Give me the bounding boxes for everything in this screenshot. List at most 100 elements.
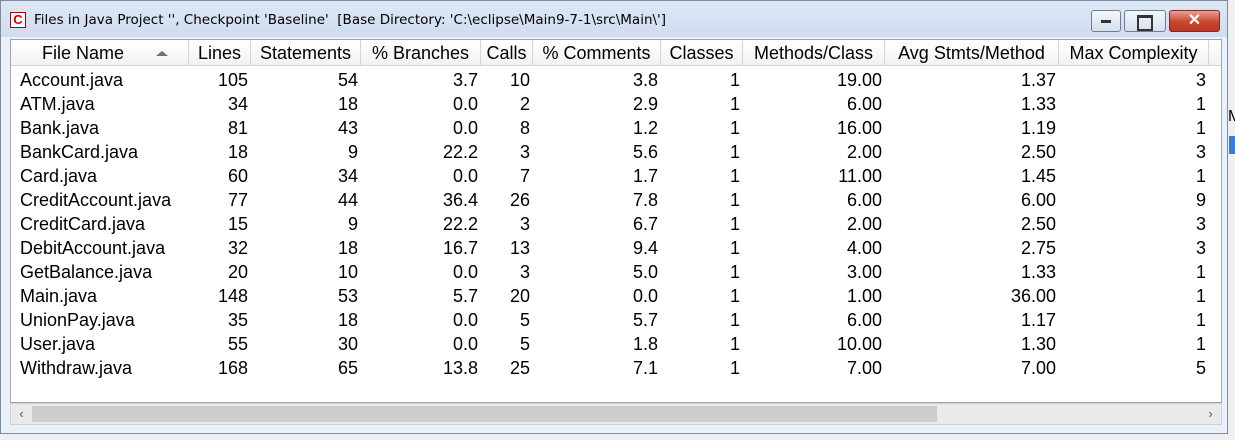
table-header: File Name Lines Statements % Branches Calls%…	[11, 40, 1221, 66]
scroll-left-icon[interactable]: ‹	[13, 406, 30, 422]
cell-max-complexity: 3	[1195, 214, 1206, 234]
cell-comments: 1.2	[632, 118, 658, 138]
column-header-statements[interactable]: Statements	[251, 40, 361, 66]
cell-file-name: ATM.java	[20, 94, 95, 114]
close-icon: ✕	[1187, 12, 1202, 29]
cell-classes: 1	[729, 190, 740, 210]
cell-lines: 55	[227, 334, 248, 354]
cell-methods-per-class: 4.00	[846, 238, 882, 258]
cell-calls: 5	[519, 310, 530, 330]
close-button[interactable]: ✕	[1169, 10, 1220, 32]
cell-calls: 13	[509, 238, 530, 258]
column-header-calls[interactable]: Calls	[481, 40, 533, 66]
cell-avg-stmts-per-method: 2.75	[1020, 238, 1056, 258]
minimize-button[interactable]	[1091, 10, 1121, 32]
table-row[interactable]: ATM.java 34 18 0.0 2 2.9 1 6.00 1.33 1	[11, 92, 1209, 116]
column-header-label: Statements	[259, 43, 352, 63]
cell-max-complexity: 5	[1195, 358, 1206, 378]
column-header-label: Methods/Class	[753, 43, 874, 63]
table-row[interactable]: CreditCard.java 15 9 22.2 3 6.7 1 2.00 2.50 3	[11, 212, 1209, 236]
sort-ascending-icon	[156, 51, 168, 56]
table-body: Account.java 105 54 3.7 10 3.8 1 19.00 1.37 3 ATM.…	[11, 68, 1209, 380]
column-header-label: % Branches	[371, 43, 470, 63]
column-header-overflow[interactable]	[1209, 40, 1221, 66]
cell-calls: 8	[519, 118, 530, 138]
column-header-max-complexity[interactable]: Max Complexity	[1059, 40, 1209, 66]
cell-lines: 15	[227, 214, 248, 234]
cell-statements: 9	[347, 142, 358, 162]
cell-calls: 25	[509, 358, 530, 378]
cell-comments: 3.8	[632, 70, 658, 90]
cell-statements: 65	[337, 358, 358, 378]
column-header-label: Max Complexity	[1069, 43, 1198, 63]
window-title: Files in Java Project '', Checkpoint 'Ba…	[34, 12, 667, 28]
cell-branches: 0.0	[452, 94, 478, 114]
table-row[interactable]: GetBalance.java 20 10 0.0 3 5.0 1 3.00 1.33 1	[11, 260, 1209, 284]
cell-file-name: Main.java	[20, 286, 98, 306]
background-text-fragment: M	[1228, 108, 1235, 125]
cell-max-complexity: 1	[1195, 334, 1206, 354]
column-header-comments[interactable]: % Comments	[533, 40, 661, 66]
maximize-icon	[1125, 11, 1165, 31]
table-row[interactable]: Main.java 148 53 5.7 20 0.0 1 1.00 36.00 1	[11, 284, 1209, 308]
column-header-file-name[interactable]: File Name	[11, 40, 189, 66]
column-header-avg-stmts-per-method[interactable]: Avg Stmts/Method	[885, 40, 1059, 66]
cell-methods-per-class: 3.00	[846, 262, 882, 282]
table-row[interactable]: Card.java 60 34 0.0 7 1.7 1 11.00 1.45 1	[11, 164, 1209, 188]
cell-statements: 18	[337, 94, 358, 114]
table-row[interactable]: BankCard.java 18 9 22.2 3 5.6 1 2.00 2.50 3	[11, 140, 1209, 164]
cell-avg-stmts-per-method: 6.00	[1020, 190, 1056, 210]
background-selection-highlight	[1229, 136, 1235, 154]
cell-calls: 10	[509, 70, 530, 90]
scrollbar-thumb[interactable]	[32, 406, 937, 422]
cell-avg-stmts-per-method: 1.33	[1020, 94, 1056, 114]
cell-file-name: Account.java	[20, 70, 124, 90]
cell-file-name: Card.java	[20, 166, 98, 186]
cell-comments: 6.7	[632, 214, 658, 234]
cell-classes: 1	[729, 70, 740, 90]
cell-file-name: DebitAccount.java	[20, 238, 166, 258]
table-row[interactable]: CreditAccount.java 77 44 36.4 26 7.8 1 6.00 6.00…	[11, 188, 1209, 212]
app-icon[interactable]: C	[10, 12, 26, 28]
file-metrics-table[interactable]: File Name Lines Statements % Branches Calls%…	[10, 39, 1222, 403]
cell-calls: 7	[519, 166, 530, 186]
column-header-branches[interactable]: % Branches	[361, 40, 481, 66]
cell-methods-per-class: 7.00	[846, 358, 882, 378]
table-row[interactable]: Bank.java 81 43 0.0 8 1.2 1 16.00 1.19 1	[11, 116, 1209, 140]
horizontal-scrollbar[interactable]: ‹ ›	[10, 403, 1222, 425]
column-header-lines[interactable]: Lines	[189, 40, 251, 66]
cell-avg-stmts-per-method: 1.19	[1020, 118, 1056, 138]
cell-file-name: User.java	[20, 334, 96, 354]
cell-lines: 20	[227, 262, 248, 282]
column-header-classes[interactable]: Classes	[661, 40, 743, 66]
maximize-button[interactable]	[1124, 10, 1166, 32]
cell-lines: 148	[217, 286, 248, 306]
cell-statements: 54	[337, 70, 358, 90]
cell-file-name: Withdraw.java	[20, 358, 133, 378]
column-header-label: % Comments	[542, 43, 651, 63]
title-bar[interactable]: C Files in Java Project '', Checkpoint '…	[1, 1, 1227, 37]
column-header-label: Lines	[197, 43, 242, 63]
table-row[interactable]: Withdraw.java 168 65 13.8 25 7.1 1 7.00 7.00 5	[11, 356, 1209, 380]
cell-classes: 1	[729, 310, 740, 330]
cell-file-name: CreditAccount.java	[20, 190, 172, 210]
cell-comments: 1.8	[632, 334, 658, 354]
table-row[interactable]: User.java 55 30 0.0 5 1.8 1 10.00 1.30 1	[11, 332, 1209, 356]
cell-max-complexity: 1	[1195, 286, 1206, 306]
table-row[interactable]: Account.java 105 54 3.7 10 3.8 1 19.00 1.37 3	[11, 68, 1209, 92]
cell-avg-stmts-per-method: 1.45	[1020, 166, 1056, 186]
cell-statements: 18	[337, 238, 358, 258]
cell-file-name: Bank.java	[20, 118, 100, 138]
cell-classes: 1	[729, 166, 740, 186]
cell-statements: 18	[337, 310, 358, 330]
cell-lines: 168	[217, 358, 248, 378]
column-header-methods-per-class[interactable]: Methods/Class	[743, 40, 885, 66]
cell-comments: 1.7	[632, 166, 658, 186]
cell-classes: 1	[729, 142, 740, 162]
table-row[interactable]: UnionPay.java 35 18 0.0 5 5.7 1 6.00 1.17 1	[11, 308, 1209, 332]
table-row[interactable]: DebitAccount.java 32 18 16.7 13 9.4 1 4.00 2.75 3	[11, 236, 1209, 260]
cell-classes: 1	[729, 286, 740, 306]
cell-methods-per-class: 19.00	[836, 70, 882, 90]
scroll-right-icon[interactable]: ›	[1202, 406, 1219, 422]
cell-comments: 0.0	[632, 286, 658, 306]
